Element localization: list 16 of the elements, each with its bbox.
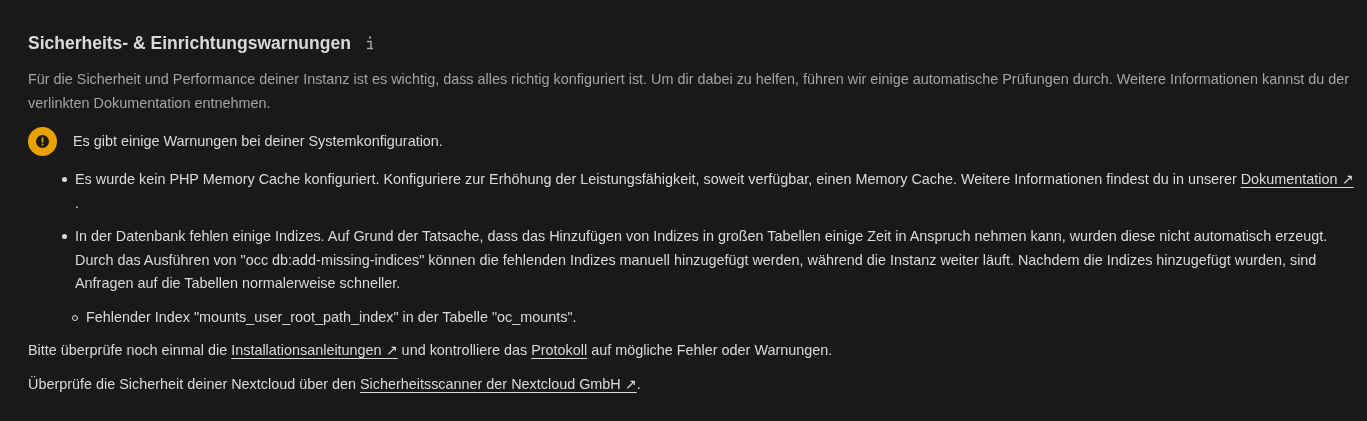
warning-text: In der Datenbank fehlen einige Indizes. Auf Grund der Tatsache, dass das Hinzufügen von Indizes in großen Tabellen einige Zeit in Anspruch nehmen kann, wurden diese nicht automatisch erzeugt. Durch das Ausführen von "occ db:add-missing-indices" können die fehlenden Indizes manuell hinzugefügt werden, während die Instanz weiter läuft. Nachdem die Indizes hinzugefügt wurden, sind Anfragen auf die Tabellen normalerweise schneller. bbox=[75, 227, 1329, 293]
text-link[interactable]: Dokumentation ↗ bbox=[1240, 171, 1354, 187]
text-link[interactable]: Sicherheitsscanner der Nextcloud GmbH ↗ bbox=[360, 375, 637, 392]
bullet-icon bbox=[62, 177, 67, 182]
footer-text: Bitte überprüfe noch einmal die Installationsanleitungen ↗ und kontrolliere das Protokoll auf mögliche Fehler oder Warnungen. bbox=[28, 341, 834, 360]
text-link[interactable]: Installationsanleitungen ↗ bbox=[231, 342, 398, 358]
footer-text: Überprüfe die Sicherheit deiner Nextcloud über den Sicherheitsscanner der Nextcloud GmbH ↗. bbox=[28, 374, 642, 394]
status-message: Es gibt einige Warnungen bei deiner Systemkonfiguration. bbox=[73, 131, 443, 151]
warning-text: Es wurde kein PHP Memory Cache konfiguriert. Konfiguriere zur Erhöhung der Leistungsfähigkeit, soweit verfügbar, einen Memory Cache. Weitere Informationen findest du in unserer Dokumentation ↗ . bbox=[75, 170, 1355, 213]
bullet-icon bbox=[62, 234, 67, 239]
info-icon[interactable] bbox=[364, 35, 375, 51]
section-title: Sicherheits- & Einrichtungswarnungen bbox=[28, 32, 351, 55]
warning-icon bbox=[28, 127, 57, 156]
warning-detail: Fehlender Index "mounts_user_root_path_index" in der Tabelle "oc_mounts". bbox=[86, 307, 577, 327]
text-link[interactable]: Protokoll bbox=[531, 342, 588, 358]
section-description: Für die Sicherheit und Performance deiner Instanz ist es wichtig, dass alles richtig konfiguriert ist. Um dir dabei zu helfen, führen wir einige automatische Prüfungen durch. Weitere Informationen kannst du der verlinkten Dokumentation entnehmen. bbox=[28, 70, 1351, 113]
